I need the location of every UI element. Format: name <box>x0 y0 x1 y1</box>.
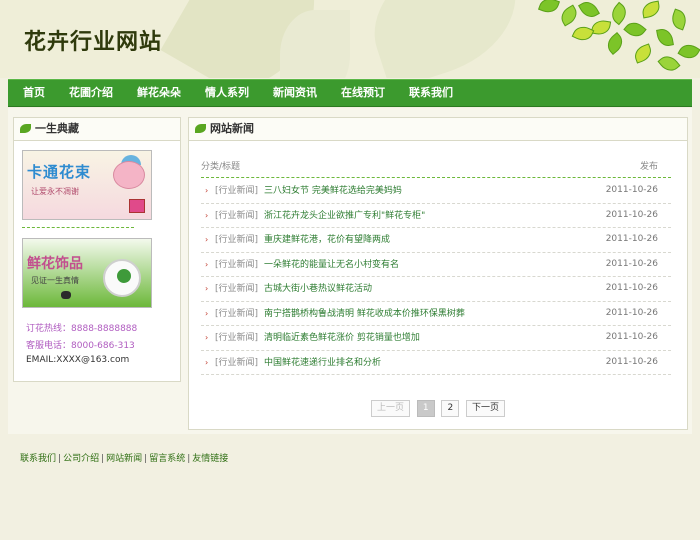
green-leaves-decoration <box>530 0 700 78</box>
news-category: [行业新闻] <box>215 210 259 221</box>
separator: | <box>187 454 191 464</box>
cartoon-bouquet-banner[interactable]: 卡通花束 让爱永不凋谢 <box>22 150 152 220</box>
leaf-icon <box>195 124 206 133</box>
service-phone: 客服电话：8000-686-313 <box>26 338 135 351</box>
banner-title: 卡通花束 <box>27 163 92 181</box>
news-category: [行业新闻] <box>215 235 259 245</box>
news-category: [行业新闻] <box>215 259 259 270</box>
pig-mascot-icon <box>113 161 145 189</box>
news-category: [行业新闻] <box>215 308 259 319</box>
order-hotline: 订花热线：8888-8888888 <box>26 321 137 334</box>
col-published: 发布 <box>639 162 658 172</box>
news-item: › [行业新闻] 重庆建鲜花港，花价有望降两成 2011-10-26 <box>201 228 671 253</box>
news-date: 2011-10-26 <box>605 185 658 195</box>
order-hotline-label: 订花热线： <box>26 324 72 334</box>
prev-page-button[interactable]: 上一页 <box>370 400 410 417</box>
banner-title: 鲜花饰品 <box>27 256 83 272</box>
nav-news[interactable]: 新闻资讯 <box>261 80 329 106</box>
news-date: 2011-10-26 <box>605 307 658 318</box>
separator: | <box>144 454 148 464</box>
service-phone-value: 8000-686-313 <box>71 341 135 351</box>
news-date: 2011-10-26 <box>605 234 658 244</box>
news-category: [行业新闻] <box>215 186 259 196</box>
nav-flowers[interactable]: 鲜花朵朵 <box>125 80 193 106</box>
butterfly-icon <box>61 291 71 299</box>
arrow-icon: › <box>205 308 209 318</box>
news-title-link[interactable]: 中国鲜花速递行业排名和分析 <box>264 358 381 368</box>
arrow-icon: › <box>205 284 209 293</box>
news-date: 2011-10-26 <box>605 332 658 342</box>
footer-links: 联系我们 | 公司介绍 | 网站新闻 | 留言系统 | 友情链接 <box>20 451 228 464</box>
news-title-link[interactable]: 浙江花卉龙头企业欲推广专利"鲜花专柜" <box>264 211 425 221</box>
contact-email: EMAIL:XXXX@163.com <box>26 355 130 365</box>
news-table-header: 分类/标题 发布 <box>201 157 671 178</box>
news-title-link[interactable]: 重庆建鲜花港，花价有望降两成 <box>264 235 390 245</box>
collection-box-title: 一生典藏 <box>35 122 79 135</box>
news-date: 2011-10-26 <box>605 283 658 293</box>
col-category-title: 分类/标题 <box>201 162 241 172</box>
news-title-link[interactable]: 南宁搭鹊桥构鲁战清明 鲜花收成本价推环保黑树葬 <box>264 309 465 319</box>
news-box: 网站新闻 分类/标题 发布 › [行业新闻] 三八妇女节 完美鲜花选给完美妈妈 201… <box>188 117 688 430</box>
arrow-icon: › <box>205 259 209 269</box>
background-leaf <box>356 0 534 78</box>
page-2-button[interactable]: 2 <box>441 400 460 417</box>
news-date: 2011-10-26 <box>605 209 658 220</box>
nav-garden-intro[interactable]: 花圃介绍 <box>57 80 125 106</box>
service-phone-label: 客服电话： <box>26 341 72 351</box>
banner-subtitle: 让爱永不凋谢 <box>31 187 79 196</box>
news-title-link[interactable]: 三八妇女节 完美鲜花选给完美妈妈 <box>264 186 402 196</box>
nav-contact[interactable]: 联系我们 <box>397 80 465 106</box>
arrow-icon: › <box>205 235 209 244</box>
nav-lovers-series[interactable]: 情人系列 <box>193 80 261 106</box>
news-item: › [行业新闻] 古城大街小巷热议鲜花活动 2011-10-26 <box>201 277 671 302</box>
news-item: › [行业新闻] 南宁搭鹊桥构鲁战清明 鲜花收成本价推环保黑树葬 2011-10-26 <box>201 302 671 326</box>
news-item: › [行业新闻] 三八妇女节 完美鲜花选给完美妈妈 2011-10-26 <box>201 179 671 204</box>
collection-box-header: 一生典藏 <box>14 118 180 141</box>
news-item: › [行业新闻] 一朵鲜花的能量让无名小村变有名 2011-10-26 <box>201 253 671 277</box>
news-item: › [行业新闻] 浙江花卉龙头企业欲推广专利"鲜花专柜" 2011-10-26 <box>201 204 671 228</box>
main-nav: 首页 花圃介绍 鲜花朵朵 情人系列 新闻资讯 在线预订 联系我们 <box>8 79 692 107</box>
news-date: 2011-10-26 <box>605 356 658 367</box>
separator: | <box>101 454 105 464</box>
news-date: 2011-10-26 <box>605 258 658 269</box>
clover-icon <box>117 269 131 283</box>
footer-link-friends[interactable]: 友情链接 <box>192 454 228 464</box>
nav-online-booking[interactable]: 在线预订 <box>329 80 397 106</box>
news-title-link[interactable]: 古城大街小巷热议鲜花活动 <box>264 284 372 294</box>
footer-link-guestbook[interactable]: 留言系统 <box>149 454 185 464</box>
nav-home[interactable]: 首页 <box>8 80 57 106</box>
gift-icon <box>129 199 145 213</box>
next-page-button[interactable]: 下一页 <box>466 400 506 417</box>
news-category: [行业新闻] <box>215 333 259 343</box>
page-1-button[interactable]: 1 <box>416 400 435 417</box>
arrow-icon: › <box>205 357 209 367</box>
footer-link-news[interactable]: 网站新闻 <box>106 454 142 464</box>
site-title: 花卉行业网站 <box>24 30 163 55</box>
news-item: › [行业新闻] 中国鲜花速递行业排名和分析 2011-10-26 <box>201 351 671 375</box>
arrow-icon: › <box>205 333 209 342</box>
divider <box>22 227 134 228</box>
news-item: › [行业新闻] 清明临近素色鲜花涨价 剪花销量也增加 2011-10-26 <box>201 326 671 351</box>
news-list: › [行业新闻] 三八妇女节 完美鲜花选给完美妈妈 2011-10-26 › [行业新闻… <box>201 179 671 375</box>
arrow-icon: › <box>205 186 209 195</box>
flower-jewelry-banner[interactable]: 鲜花饰品 见证一生真情 <box>22 238 152 308</box>
news-category: [行业新闻] <box>215 284 259 294</box>
pagination: 上一页 1 2 下一页 <box>189 400 687 417</box>
separator: | <box>58 454 62 464</box>
banner-subtitle: 见证一生真情 <box>31 276 79 285</box>
footer-link-company[interactable]: 公司介绍 <box>63 454 99 464</box>
news-box-title: 网站新闻 <box>210 122 254 135</box>
news-title-link[interactable]: 清明临近素色鲜花涨价 剪花销量也增加 <box>264 333 420 343</box>
site-header: 花卉行业网站 <box>0 0 700 78</box>
news-category: [行业新闻] <box>215 357 259 368</box>
arrow-icon: › <box>205 210 209 220</box>
main-content: 一生典藏 卡通花束 让爱永不凋谢 鲜花饰品 见证一生真情 订花热线：8888-8… <box>8 108 692 434</box>
collection-box: 一生典藏 卡通花束 让爱永不凋谢 鲜花饰品 见证一生真情 订花热线：8888-8… <box>13 117 181 382</box>
leaf-icon <box>20 124 31 133</box>
order-hotline-value: 8888-8888888 <box>71 324 138 334</box>
news-title-link[interactable]: 一朵鲜花的能量让无名小村变有名 <box>264 260 399 270</box>
footer-link-contact[interactable]: 联系我们 <box>20 454 56 464</box>
news-box-header: 网站新闻 <box>189 118 687 141</box>
